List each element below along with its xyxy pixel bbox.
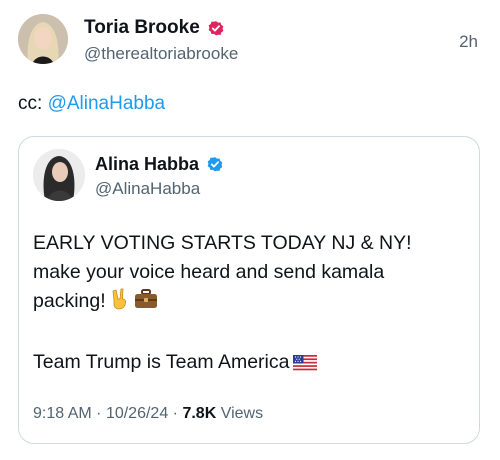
outer-timestamp[interactable]: 2h — [459, 32, 478, 52]
quoted-tweet-card[interactable]: Alina Habba @AlinaHabba EARLY VOTING STA… — [18, 136, 480, 444]
outer-tweet-header: Toria Brooke @therealtoriabrooke 2h — [18, 14, 482, 70]
quoted-line-1: EARLY VOTING STARTS TODAY NJ & NY! — [33, 232, 412, 254]
verified-badge-blue-icon — [205, 154, 225, 174]
mention-link[interactable]: @AlinaHabba — [48, 93, 166, 114]
victory-hand-icon — [110, 288, 130, 319]
outer-text-prefix: cc: — [18, 93, 48, 114]
quoted-line-4-row: Team Trump is Team America — [33, 348, 463, 380]
avatar-alina[interactable] — [33, 149, 85, 201]
quoted-line-3-row: packing! — [33, 287, 463, 319]
outer-tweet-text: cc: @AlinaHabba — [18, 92, 165, 116]
quoted-display-name[interactable]: Alina Habba — [95, 152, 199, 176]
views-count: 7.8K — [182, 405, 217, 422]
quoted-display-name-row[interactable]: Alina Habba — [95, 152, 225, 176]
briefcase-icon — [134, 288, 158, 319]
outer-author: Toria Brooke @therealtoriabrooke — [84, 16, 238, 65]
quoted-line-2: make your voice heard and send kamala — [33, 261, 385, 283]
quoted-author: Alina Habba @AlinaHabba — [95, 152, 225, 200]
meta-separator: · — [96, 405, 102, 422]
quoted-line-3: packing! — [33, 290, 106, 312]
outer-handle[interactable]: @therealtoriabrooke — [84, 43, 238, 65]
quoted-date[interactable]: 10/26/24 — [106, 405, 168, 422]
verified-badge-pink-icon — [206, 18, 226, 38]
avatar-toria[interactable] — [18, 14, 68, 64]
outer-display-name[interactable]: Toria Brooke — [84, 16, 200, 40]
quoted-time[interactable]: 9:18 AM — [33, 405, 92, 422]
views-label[interactable]: Views — [221, 405, 263, 422]
quoted-tweet-meta: 9:18 AM · 10/26/24 · 7.8K Views — [33, 405, 263, 423]
meta-separator: · — [172, 405, 178, 422]
outer-display-name-row[interactable]: Toria Brooke — [84, 16, 226, 40]
quoted-tweet-text: EARLY VOTING STARTS TODAY NJ & NY! make … — [33, 229, 463, 380]
quoted-handle[interactable]: @AlinaHabba — [95, 178, 225, 200]
quoted-line-4: Team Trump is Team America — [33, 351, 290, 373]
us-flag-icon — [293, 351, 318, 380]
